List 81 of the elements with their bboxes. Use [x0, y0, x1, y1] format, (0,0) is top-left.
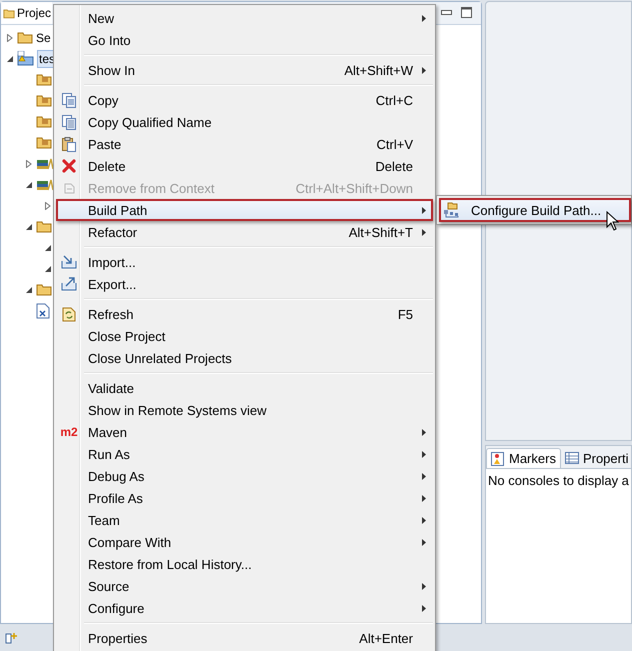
explorer-tab[interactable]: Projec	[1, 2, 52, 24]
copy-icon	[62, 92, 76, 108]
delete-icon	[62, 159, 76, 173]
menu-item[interactable]: Close Project	[56, 325, 433, 347]
menu-item[interactable]: Compare With	[56, 531, 433, 553]
submenu-arrow-icon	[422, 450, 426, 458]
submenu-arrow-icon	[422, 14, 426, 22]
menu-item[interactable]: Delete Delete	[56, 155, 433, 177]
menu-item[interactable]: Refactor Alt+Shift+T	[56, 221, 433, 243]
expander-icon[interactable]	[25, 180, 33, 188]
expander-icon[interactable]	[25, 160, 33, 168]
submenu-arrow-icon	[422, 494, 426, 502]
menu-item[interactable]: Source	[56, 575, 433, 597]
menu-item[interactable]: m2 Maven	[56, 421, 433, 443]
submenu-arrow-icon	[422, 604, 426, 612]
menu-item[interactable]: Team	[56, 509, 433, 531]
menu-item[interactable]: Copy Ctrl+C	[56, 89, 433, 111]
package-folder-icon	[36, 136, 52, 149]
package-folder-icon	[36, 115, 52, 128]
markers-icon	[491, 452, 505, 466]
submenu-arrow-icon	[422, 582, 426, 590]
expander-icon[interactable]	[44, 244, 52, 252]
expander-icon[interactable]	[6, 54, 14, 62]
folder-icon	[36, 283, 52, 296]
folder-icon	[17, 31, 33, 44]
submenu-arrow-icon	[422, 228, 426, 236]
tree-item[interactable]: Se	[35, 30, 52, 46]
menu-item[interactable]: Restore from Local History...	[56, 553, 433, 575]
menu-item[interactable]: Go Into	[56, 29, 433, 51]
menu-item[interactable]: Show In Alt+Shift+W	[56, 59, 433, 81]
console-message: No consoles to display a	[488, 473, 629, 488]
submenu-arrow-icon	[422, 516, 426, 524]
library-icon	[36, 157, 54, 170]
xml-file-icon	[36, 302, 50, 318]
remove-icon	[62, 181, 76, 195]
menu-item[interactable]: Refresh F5	[56, 303, 433, 325]
menu-item[interactable]: Run As	[56, 443, 433, 465]
fast-view-icon[interactable]	[5, 630, 19, 644]
panel-tab[interactable]: Properti	[560, 448, 632, 468]
submenu-arrow-icon	[422, 428, 426, 436]
menu-item[interactable]: Properties Alt+Enter	[56, 627, 433, 649]
menu-item[interactable]: Export...	[56, 273, 433, 295]
export-icon	[61, 277, 77, 291]
menu-item[interactable]: Show in Remote Systems view	[56, 399, 433, 421]
expander-icon[interactable]	[25, 222, 33, 230]
copy-icon	[62, 114, 76, 130]
build-path-icon	[443, 202, 461, 218]
expander-icon[interactable]	[25, 286, 33, 294]
menu-item[interactable]: Validate	[56, 377, 433, 399]
library-icon	[36, 178, 54, 191]
folder-icon	[3, 8, 15, 18]
submenu-arrow-icon	[422, 538, 426, 546]
menu-item[interactable]: Close Unrelated Projects	[56, 347, 433, 369]
submenu-arrow-icon	[422, 66, 426, 74]
panel-tab[interactable]: Markers	[486, 448, 561, 468]
import-icon	[61, 255, 77, 269]
menu-item[interactable]: Import...	[56, 251, 433, 273]
expander-icon[interactable]	[6, 34, 14, 42]
mouse-cursor-icon	[606, 211, 619, 231]
paste-icon	[62, 136, 76, 152]
menu-item[interactable]: Copy Qualified Name	[56, 111, 433, 133]
maximize-icon[interactable]	[461, 7, 473, 19]
refresh-icon	[62, 306, 76, 322]
menu-item[interactable]: Profile As	[56, 487, 433, 509]
project-icon	[17, 50, 35, 66]
menu-item[interactable]: Build Path	[56, 199, 433, 221]
expander-icon[interactable]	[44, 202, 52, 210]
submenu-arrow-icon	[422, 206, 426, 214]
menu-item[interactable]: Configure	[56, 597, 433, 619]
package-folder-icon	[36, 73, 52, 86]
table-icon	[564, 452, 579, 464]
menu-item[interactable]: Configure Build Path...	[439, 198, 631, 222]
menu-item[interactable]: Paste Ctrl+V	[56, 133, 433, 155]
submenu-arrow-icon	[422, 472, 426, 480]
expander-icon[interactable]	[44, 264, 52, 272]
menu-item[interactable]: New	[56, 7, 433, 29]
package-folder-icon	[36, 94, 52, 107]
menu-item[interactable]: Debug As	[56, 465, 433, 487]
minimize-icon[interactable]	[441, 10, 453, 16]
maven-label: m2	[60, 425, 78, 439]
folder-icon	[36, 220, 52, 233]
